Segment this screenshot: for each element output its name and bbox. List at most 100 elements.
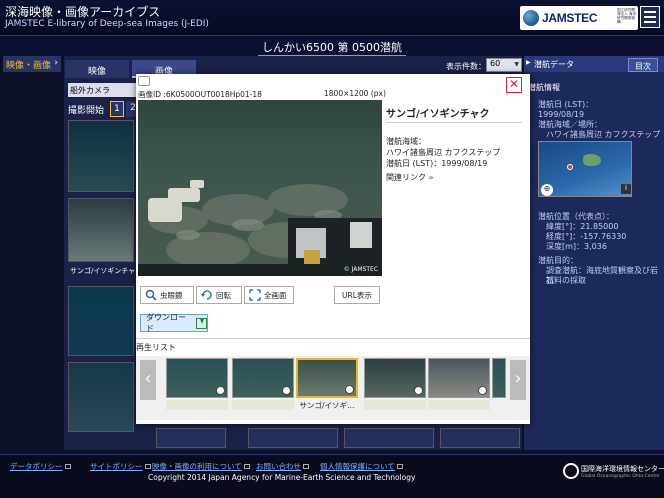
thumb-caption-bg (364, 400, 426, 410)
playlist-strip: ‹ サンゴ/イソギ… › (136, 356, 530, 420)
thumbnail[interactable] (68, 362, 134, 432)
globe-icon (523, 10, 539, 26)
rotate-icon (201, 290, 212, 300)
dive-data-panel: 潜航データ 目次 潜航情報 潜航日 (LST)： 1999/08/19 潜航海域… (524, 56, 664, 450)
thumbnail[interactable] (68, 286, 134, 356)
dive-title-bar: しんかい6500 第 0500潜航 (0, 36, 664, 57)
zoom-icon[interactable] (282, 386, 291, 395)
footer-link-privacy[interactable]: 個人情報保護について (320, 461, 403, 472)
dive-date-label: 潜航日 (LST)： (538, 100, 594, 109)
external-link-icon (64, 464, 71, 469)
depth: 深度[m]：3,036 (546, 242, 607, 251)
copyright: Copyright 2014 Japan Agency for Marine-E… (148, 473, 416, 482)
map-pin-icon (567, 164, 573, 170)
chevron-right-icon[interactable]: › (510, 360, 526, 400)
tab-video[interactable]: 映像 (65, 60, 129, 78)
playlist-thumb-selected[interactable] (296, 358, 358, 398)
playlist-thumb[interactable] (428, 358, 490, 398)
footer-link-site-policy[interactable]: サイトポリシー (90, 461, 151, 472)
site-title[interactable]: 深海映像・画像アーカイブス (5, 3, 160, 20)
jamstec-logo[interactable]: JAMSTEC 国立研究開発法人 海洋研究開発機構 (520, 6, 638, 30)
thumbnail[interactable] (68, 120, 134, 192)
footer-link-usage[interactable]: 映像・画像の利用について (152, 461, 250, 472)
playlist-thumb[interactable] (166, 358, 228, 398)
latitude: 緯度[°]：21.85000 (546, 222, 619, 231)
thumb-caption-bg (428, 400, 490, 410)
logo-subtext: 国立研究開発法人 海洋研究開発機構 (617, 8, 637, 24)
playlist-thumb[interactable] (232, 358, 294, 398)
site-header: 深海映像・画像アーカイブス JAMSTEC E-library of Deep-… (0, 0, 664, 36)
site-subtitle: JAMSTEC E-library of Deep-sea Images (J-… (5, 19, 209, 29)
fullscreen-label: 全画面 (264, 290, 287, 300)
modal-divider (136, 338, 530, 339)
thumbnail[interactable] (440, 428, 520, 448)
area-value: ハワイ諸島周辺 カフクステップ (546, 130, 661, 139)
thumbnail[interactable] (248, 428, 338, 448)
dive-info-header: 潜航情報 (528, 83, 560, 92)
purpose-line-2: 試料の採取 (546, 276, 586, 285)
fullscreen-icon (249, 289, 261, 301)
fullscreen-button[interactable]: 全画面 (244, 286, 294, 304)
footer-link-contact[interactable]: お問い合わせ (256, 461, 309, 472)
shoot-start-label: 撮影開始 (68, 106, 105, 116)
page-button-1[interactable]: 1 (110, 101, 124, 117)
external-link-icon (144, 464, 151, 469)
chevron-right-icon: › (54, 58, 58, 68)
zoom-icon[interactable] (216, 386, 225, 395)
count-label: 表示件数： (446, 62, 486, 71)
site-footer: データポリシー サイトポリシー 映像・画像の利用について お問い合わせ 個人情報… (0, 454, 664, 498)
dive-date: 1999/08/19 (538, 110, 585, 119)
zoom-icon[interactable] (478, 386, 487, 395)
thumbnail[interactable] (68, 198, 134, 262)
modal-area-label: 潜航海域： (386, 137, 426, 146)
close-button[interactable]: ✕ (506, 77, 522, 93)
external-link-icon (396, 464, 403, 469)
toc-button[interactable]: 目次 (628, 58, 658, 72)
chevron-left-icon[interactable]: ‹ (140, 360, 156, 400)
thumbnail[interactable] (156, 428, 226, 448)
section-tab-media[interactable]: 映像・画像 › (3, 56, 61, 72)
chevron-down-icon: » (428, 173, 434, 182)
image-size: 1800×1200 (px) (324, 89, 386, 98)
image-id: 画像ID :6K0500OUT0018Hp01-18 (138, 90, 262, 99)
thumbnail-label: サンゴ/イソギンチャク (70, 267, 143, 275)
playlist-thumb[interactable] (364, 358, 426, 398)
external-link-icon (243, 464, 250, 469)
deep-sea-photo[interactable]: © JAMSTEC (138, 100, 382, 276)
gcdc-name: 国際海洋環境情報センター (581, 465, 664, 473)
gcdc-logo[interactable]: 国際海洋環境情報センター Global Oceanographic DAta C… (563, 463, 664, 483)
rotate-button[interactable]: 回転 (196, 286, 242, 304)
magnifier-icon (145, 289, 157, 301)
download-icon (196, 317, 207, 329)
modal-date: 潜航日 (LST)：1999/08/19 (386, 159, 488, 168)
playlist-thumb[interactable] (492, 358, 506, 398)
area-label: 潜航海域／場所： (538, 120, 602, 129)
title-divider (386, 122, 522, 123)
purpose-label: 潜航目的： (538, 256, 578, 265)
count-select[interactable]: 60 (486, 58, 522, 72)
section-tab-label: 映像・画像 (6, 61, 52, 71)
magnifier-button[interactable]: 虫眼鏡 (140, 286, 194, 304)
thumbnail[interactable] (344, 428, 434, 448)
map-info-icon[interactable]: i (621, 184, 631, 194)
gcdc-en: Global Oceanographic DAta Center (581, 474, 660, 479)
download-label: ダウンロード (146, 313, 186, 333)
zoom-icon[interactable] (414, 386, 423, 395)
footer-link-data-policy[interactable]: データポリシー (10, 461, 71, 472)
gcdc-logo-icon (563, 463, 579, 479)
download-button[interactable]: ダウンロード (140, 313, 208, 333)
rotate-label: 回転 (216, 290, 231, 300)
position-label: 潜航位置（代表点）： (538, 212, 614, 221)
map-zoom-icon[interactable]: ⊕ (541, 184, 553, 196)
hamburger-menu-icon[interactable] (640, 6, 660, 28)
dive-location-map[interactable]: ⊕ i (538, 141, 632, 197)
related-link[interactable]: 関連リンク » (386, 172, 434, 183)
species-title: サンゴ/イソギンチャク (386, 109, 490, 120)
url-button[interactable]: URL表示 (334, 286, 380, 304)
image-viewer-modal: ✕ 画像ID :6K0500OUT0018Hp01-18 1800×1200 (… (136, 74, 530, 424)
selected-thumb-caption: サンゴ/イソギ… (299, 401, 355, 410)
external-link-icon (303, 464, 309, 469)
zoom-icon[interactable] (345, 385, 354, 394)
map-island (583, 154, 601, 166)
modal-area-value: ハワイ諸島周辺 カフクステップ (386, 148, 501, 157)
